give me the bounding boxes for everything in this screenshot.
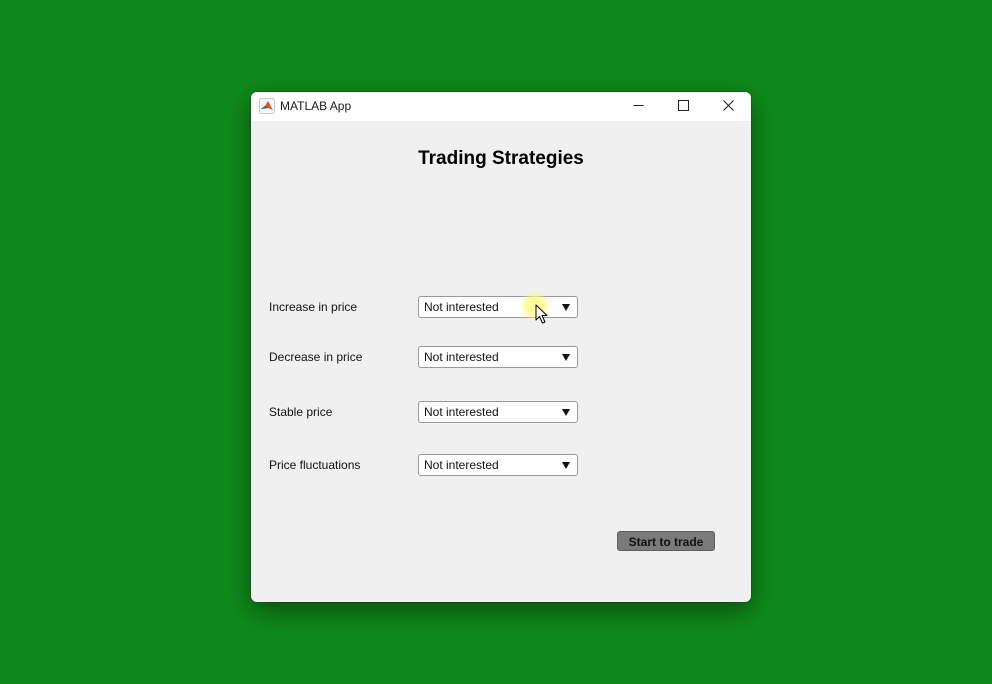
close-icon [722, 98, 734, 116]
stable-price-dropdown[interactable]: Not interested [418, 401, 578, 423]
decrease-in-price-label: Decrease in price [269, 350, 363, 364]
matlab-logo-icon [259, 98, 275, 114]
minimize-icon [633, 98, 644, 116]
start-to-trade-button[interactable]: Start to trade [617, 531, 715, 551]
dropdown-arrow-icon [562, 354, 570, 361]
mouse-pointer-icon [535, 304, 549, 329]
price-fluctuations-label: Price fluctuations [269, 458, 361, 472]
minimize-button[interactable] [615, 92, 661, 121]
app-content: Trading Strategies Increase in price Not… [251, 121, 751, 602]
decrease-in-price-dropdown[interactable]: Not interested [418, 346, 578, 368]
dropdown-value: Not interested [424, 458, 499, 472]
dropdown-arrow-icon [562, 304, 570, 311]
matlab-app-window: MATLAB App Trading Strategies Increase i… [251, 92, 751, 602]
window-title: MATLAB App [280, 99, 352, 113]
maximize-icon [677, 98, 689, 116]
price-fluctuations-dropdown[interactable]: Not interested [418, 454, 578, 476]
title-bar[interactable]: MATLAB App [251, 92, 751, 121]
increase-in-price-label: Increase in price [269, 300, 358, 314]
maximize-button[interactable] [660, 92, 706, 121]
dropdown-value: Not interested [424, 300, 499, 314]
stable-price-label: Stable price [269, 405, 333, 419]
dropdown-arrow-icon [562, 462, 570, 469]
increase-in-price-dropdown[interactable]: Not interested [418, 296, 578, 318]
page-title: Trading Strategies [418, 148, 584, 169]
dropdown-value: Not interested [424, 405, 499, 419]
dropdown-arrow-icon [562, 409, 570, 416]
close-button[interactable] [705, 92, 751, 121]
dropdown-value: Not interested [424, 350, 499, 364]
